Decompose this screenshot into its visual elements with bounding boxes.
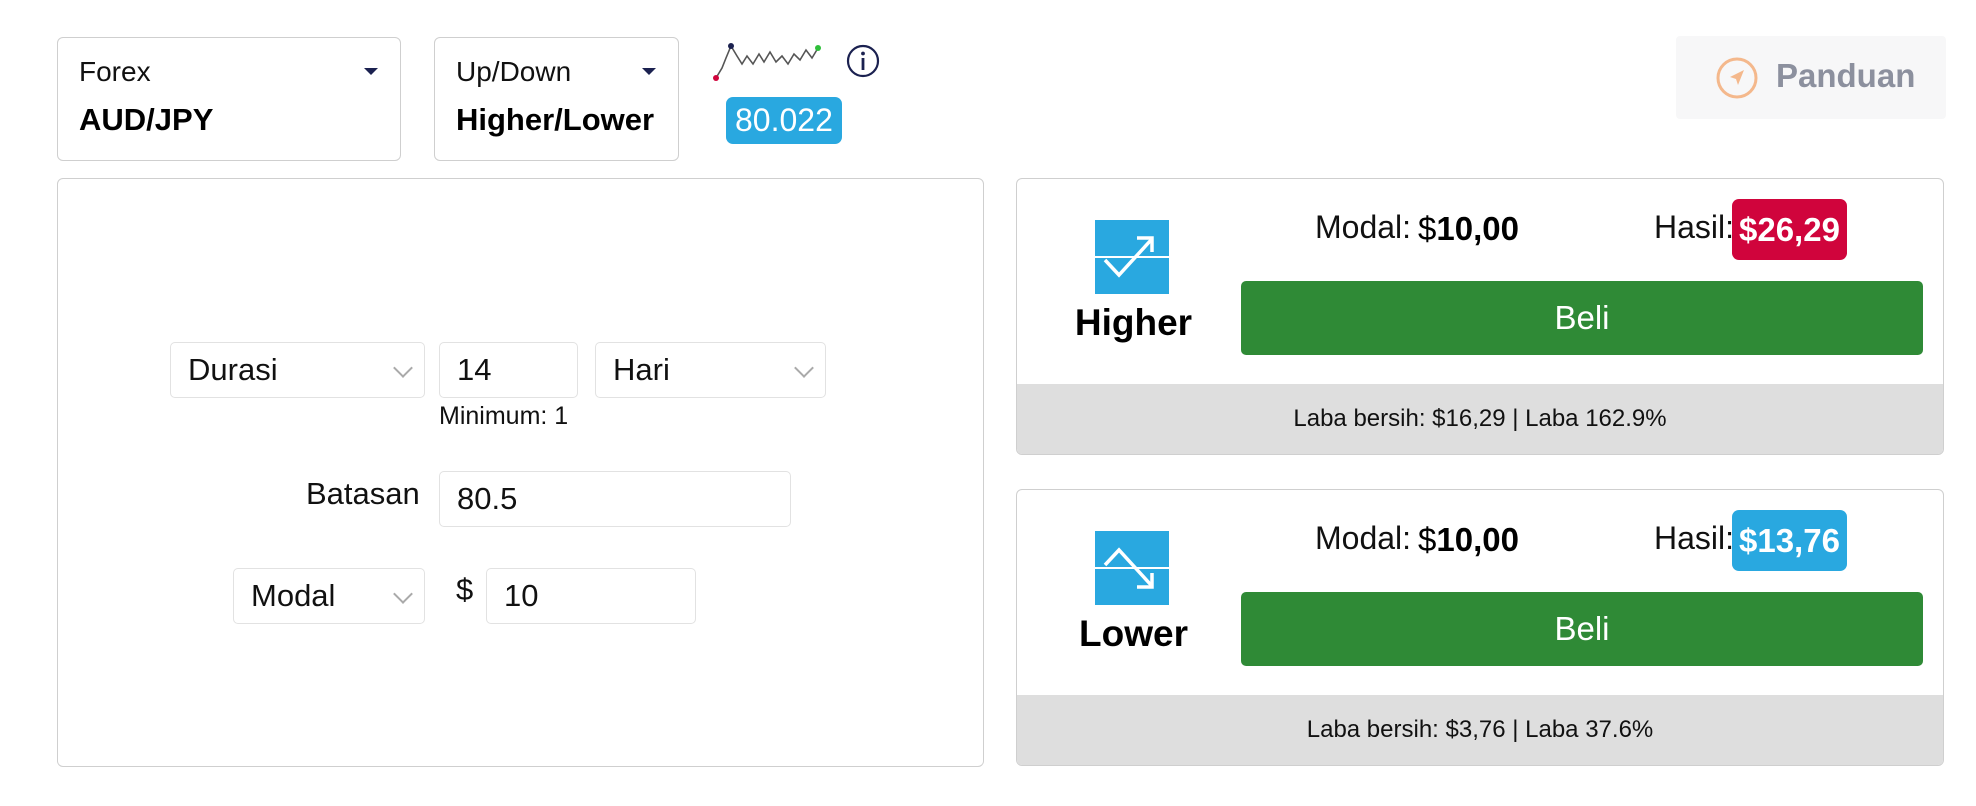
trend-up-icon — [1095, 220, 1169, 294]
buy-lower-button[interactable]: Beli — [1241, 592, 1923, 666]
stake-amount: 10,00 — [1436, 521, 1519, 558]
trade-type-category-label: Up/Down — [456, 56, 572, 87]
trade-type-select[interactable]: Up/Down Higher/Lower — [434, 37, 679, 161]
stake-value: $10,00 — [1418, 210, 1519, 248]
guide-button[interactable]: Panduan — [1676, 36, 1946, 119]
stake-currency: $ — [1418, 521, 1437, 558]
lower-contract-card: Lower Modal: $10,00 Hasil: $13,76 Beli L… — [1016, 489, 1944, 766]
current-price-badge: 80.022 — [726, 97, 842, 144]
duration-value-input[interactable] — [457, 343, 577, 397]
trade-form-panel: Durasi Hari Minimum: 1 Batasan Modal $ — [57, 178, 984, 767]
payout-label: Hasil: — [1654, 520, 1735, 556]
market-category-label: Forex — [79, 56, 151, 87]
currency-symbol: $ — [456, 572, 474, 607]
stake-currency: $ — [1418, 210, 1437, 247]
duration-input[interactable] — [439, 342, 578, 398]
payout-label: Hasil: — [1654, 209, 1735, 245]
duration-minimum-hint: Minimum: 1 — [439, 402, 569, 430]
price-sparkline — [713, 43, 821, 81]
stake-value-input[interactable] — [504, 569, 695, 623]
chevron-down-icon — [393, 584, 413, 604]
stake-amount: 10,00 — [1436, 210, 1519, 247]
stake-input[interactable] — [486, 568, 696, 624]
guide-label: Panduan — [1776, 57, 1916, 94]
buy-higher-button[interactable]: Beli — [1241, 281, 1923, 355]
direction-label: Lower — [1079, 613, 1188, 654]
direction-label: Higher — [1074, 302, 1193, 343]
duration-unit-value: Hari — [613, 352, 670, 387]
trend-down-icon — [1095, 531, 1169, 605]
sparkline-start-dot — [713, 75, 719, 81]
navigation-arrow-icon — [1716, 57, 1758, 99]
sparkline-end-dot — [815, 45, 821, 51]
stake-label: Modal: — [1315, 520, 1412, 556]
duration-mode-select[interactable]: Durasi — [170, 342, 425, 398]
higher-contract-card: Higher Modal: $10,00 Hasil: $26,29 Beli … — [1016, 178, 1944, 455]
info-icon[interactable] — [846, 44, 880, 78]
chevron-down-icon — [794, 358, 814, 378]
payout-badge: $26,29 — [1732, 199, 1847, 260]
barrier-label: Batasan — [306, 476, 420, 511]
stake-label: Modal: — [1315, 209, 1412, 245]
caret-down-icon — [364, 68, 378, 75]
barrier-input[interactable] — [439, 471, 791, 527]
stake-value: $10,00 — [1418, 521, 1519, 559]
net-profit-text: Laba bersih: $3,76 | Laba 37.6% — [1017, 695, 1943, 765]
sparkline-high-dot — [728, 43, 734, 49]
stake-mode-value: Modal — [251, 578, 336, 613]
net-profit-text: Laba bersih: $16,29 | Laba 162.9% — [1017, 384, 1943, 454]
market-value: AUD/JPY — [79, 102, 214, 137]
payout-badge: $13,76 — [1732, 510, 1847, 571]
barrier-value-input[interactable] — [457, 472, 790, 526]
caret-down-icon — [642, 68, 656, 75]
market-select[interactable]: Forex AUD/JPY — [57, 37, 401, 161]
chevron-down-icon — [393, 358, 413, 378]
duration-mode-value: Durasi — [188, 352, 278, 387]
trade-type-value: Higher/Lower — [456, 102, 655, 137]
duration-unit-select[interactable]: Hari — [595, 342, 826, 398]
stake-mode-select[interactable]: Modal — [233, 568, 425, 624]
